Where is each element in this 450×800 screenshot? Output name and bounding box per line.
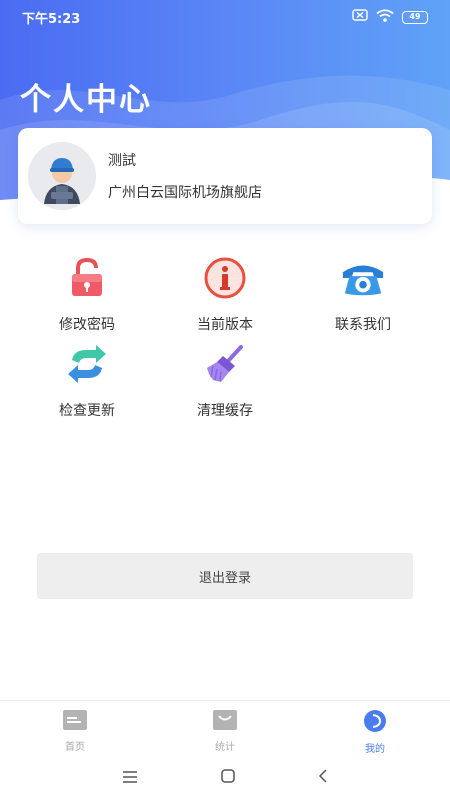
phone-icon bbox=[340, 256, 386, 300]
back-icon[interactable] bbox=[318, 768, 328, 787]
menu-label: 检查更新 bbox=[59, 403, 115, 419]
user-name: 测試 bbox=[108, 153, 136, 169]
menu-item-clear-cache[interactable]: 清理缓存 bbox=[165, 342, 285, 422]
system-nav-bar bbox=[0, 754, 450, 800]
bottom-tab-bar: 首页 统计 我的 bbox=[0, 700, 450, 755]
tab-home[interactable]: 首页 bbox=[0, 701, 150, 754]
tab-label: 我的 bbox=[365, 744, 385, 755]
menu-label: 修改密码 bbox=[59, 317, 115, 333]
wifi-icon bbox=[376, 8, 394, 26]
battery-icon: 49 bbox=[402, 10, 428, 24]
menu-item-change-password[interactable]: 修改密码 bbox=[27, 256, 147, 336]
menu-item-current-version[interactable]: 当前版本 bbox=[165, 256, 285, 336]
tab-label: 首页 bbox=[65, 742, 85, 753]
info-icon bbox=[202, 256, 248, 300]
profile-card[interactable]: 测試 广州白云国际机场旗舰店 bbox=[18, 128, 432, 224]
profile-info: 测試 广州白云国际机场旗舰店 bbox=[108, 150, 262, 202]
page-title: 个人中心 bbox=[20, 82, 152, 118]
menu-label: 联系我们 bbox=[335, 317, 391, 333]
status-bar: 下午5:23 49 bbox=[0, 0, 450, 34]
tab-stats[interactable]: 统计 bbox=[150, 701, 300, 754]
sim-off-icon bbox=[352, 9, 368, 25]
avatar bbox=[28, 142, 96, 210]
menu-item-check-update[interactable]: 检查更新 bbox=[27, 342, 147, 422]
profile-icon bbox=[363, 710, 387, 736]
refresh-icon bbox=[64, 342, 110, 386]
menu-item-contact-us[interactable]: 联系我们 bbox=[303, 256, 423, 336]
logout-button[interactable]: 退出登录 bbox=[37, 553, 413, 599]
menu-icon[interactable] bbox=[122, 768, 138, 787]
worker-avatar-icon bbox=[44, 158, 80, 204]
tab-profile[interactable]: 我的 bbox=[300, 701, 450, 755]
menu-label: 当前版本 bbox=[197, 317, 253, 333]
store-name: 广州白云国际机场旗舰店 bbox=[108, 185, 262, 201]
stats-icon bbox=[213, 710, 237, 734]
broom-icon bbox=[202, 342, 248, 386]
lock-icon bbox=[64, 256, 110, 300]
home-icon bbox=[63, 710, 87, 734]
home-square-icon[interactable] bbox=[221, 768, 235, 787]
menu-label: 清理缓存 bbox=[197, 403, 253, 419]
status-icons: 49 bbox=[352, 8, 428, 26]
tab-label: 统计 bbox=[215, 742, 235, 753]
status-time: 下午5:23 bbox=[22, 11, 81, 27]
